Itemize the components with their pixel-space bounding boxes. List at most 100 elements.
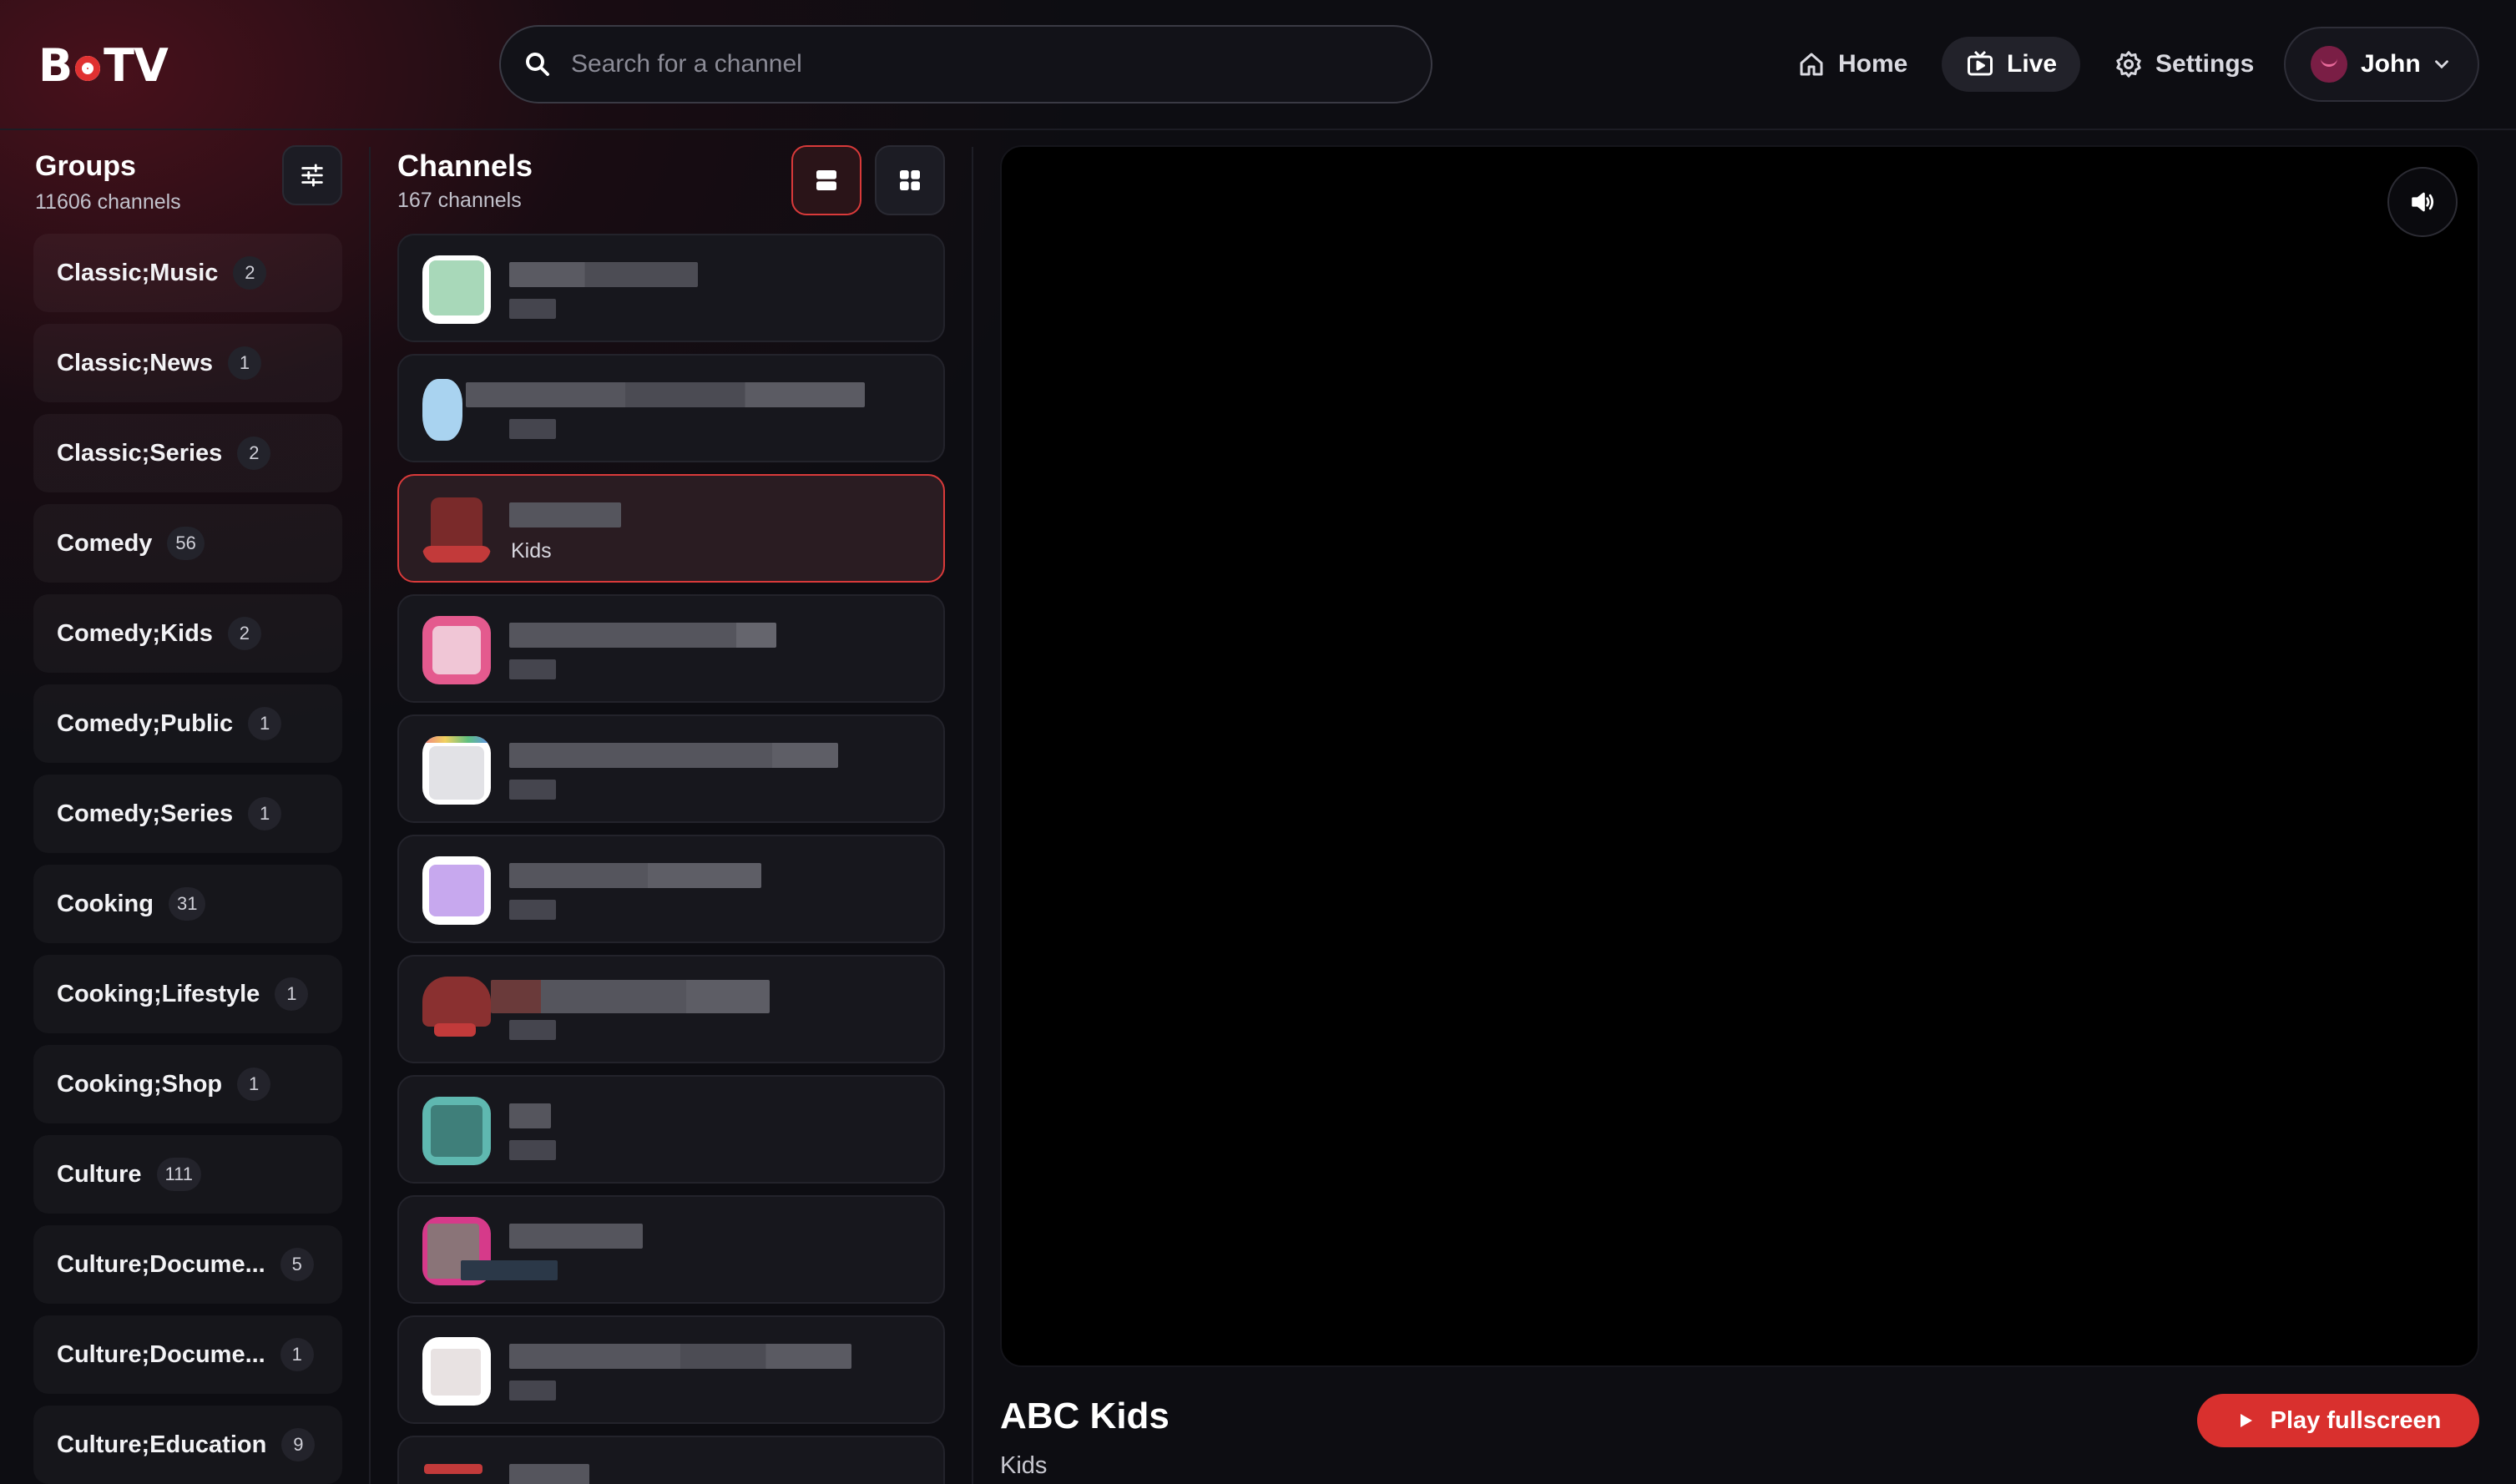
groups-title: Groups	[35, 150, 136, 182]
channels-divider	[972, 147, 973, 1484]
channel-logo	[422, 616, 491, 684]
channel-group-redacted	[461, 1260, 558, 1280]
group-label: Comedy;Series	[57, 800, 234, 827]
channel-name-redacted	[466, 382, 865, 407]
channel-name-redacted	[509, 743, 838, 768]
channel-item[interactable]	[397, 1075, 945, 1184]
volume-button[interactable]	[2387, 167, 2458, 237]
nav-home[interactable]: Home	[1796, 37, 1907, 92]
group-count-badge: 5	[280, 1248, 314, 1281]
group-item[interactable]: Comedy 56	[33, 504, 342, 583]
channel-group-redacted	[509, 1020, 556, 1040]
channel-item[interactable]	[397, 354, 945, 462]
group-count-badge: 2	[227, 617, 261, 650]
group-label: Culture;Education	[57, 1431, 267, 1458]
group-item[interactable]: Comedy;Kids 2	[33, 594, 342, 673]
group-label: Culture;Docume...	[57, 1250, 265, 1278]
channel-logo	[422, 1457, 491, 1484]
group-item[interactable]: Comedy;Public 1	[33, 684, 342, 763]
channel-item[interactable]	[397, 835, 945, 943]
channel-item[interactable]	[397, 1436, 945, 1484]
channel-item-active[interactable]: Kids	[397, 474, 945, 583]
filter-button[interactable]	[282, 145, 342, 205]
group-item[interactable]: Comedy;Series 1	[33, 775, 342, 853]
search-bar[interactable]	[499, 25, 1432, 103]
channel-logo	[422, 496, 491, 564]
channel-name-redacted	[509, 1224, 643, 1249]
nav-live[interactable]: Live	[1942, 37, 2081, 92]
channel-logo	[422, 977, 491, 1045]
group-item[interactable]: Cooking 31	[33, 865, 342, 943]
home-icon	[1800, 53, 1823, 76]
user-menu[interactable]: John	[2284, 27, 2479, 102]
channel-logo	[422, 856, 491, 925]
channel-item[interactable]	[397, 955, 945, 1063]
group-label: Classic;Series	[57, 439, 223, 467]
group-list: Classic;Music 2 Classic;News 1 Classic;Ser…	[33, 234, 342, 1484]
search-icon	[526, 53, 549, 76]
volume-icon	[2412, 192, 2434, 212]
channel-item[interactable]	[397, 234, 945, 342]
channel-item[interactable]	[397, 594, 945, 703]
group-label: Comedy	[57, 529, 153, 557]
groups-count: 11606 channels	[35, 190, 181, 214]
group-count-badge: 31	[169, 887, 206, 921]
group-count-badge: 9	[281, 1428, 316, 1461]
channel-logo	[422, 255, 491, 324]
groups-divider	[369, 147, 371, 1484]
gear-icon	[2116, 51, 2141, 78]
group-label: Culture	[57, 1160, 142, 1188]
channel-group-redacted	[509, 419, 556, 439]
video-player[interactable]	[1000, 145, 2479, 1367]
grid-view-button[interactable]	[875, 145, 945, 215]
group-item[interactable]: Cooking;Shop 1	[33, 1045, 342, 1123]
play-fullscreen-label: Play fullscreen	[2270, 1406, 2442, 1434]
group-count-badge: 1	[248, 707, 282, 740]
group-item[interactable]: Culture 111	[33, 1135, 342, 1214]
nav-settings-label: Settings	[2155, 50, 2255, 78]
group-item[interactable]: Classic;Music 2	[33, 234, 342, 312]
channel-group-redacted	[509, 659, 556, 679]
group-count-badge: 1	[275, 977, 309, 1011]
grid-view-icon	[900, 170, 920, 190]
nav-live-label: Live	[2007, 50, 2058, 78]
channel-item[interactable]	[397, 1315, 945, 1424]
channel-logo	[422, 1097, 491, 1165]
group-item[interactable]: Culture;Docume... 1	[33, 1315, 342, 1394]
group-count-badge: 2	[237, 437, 271, 470]
group-item[interactable]: Culture;Docume... 5	[33, 1225, 342, 1304]
user-name: John	[2361, 50, 2421, 78]
channel-name-redacted	[509, 623, 776, 648]
channel-name-redacted	[509, 262, 698, 287]
channel-group-redacted	[509, 900, 556, 920]
channel-name-redacted	[509, 502, 621, 527]
group-count-badge: 1	[228, 346, 261, 380]
channel-name-redacted	[509, 863, 761, 888]
group-count-badge: 56	[167, 527, 205, 560]
channel-list: Kids	[397, 234, 945, 1484]
avatar	[2311, 46, 2347, 83]
list-view-button[interactable]	[791, 145, 861, 215]
group-count-badge: 111	[156, 1158, 201, 1191]
channels-count: 167 channels	[397, 189, 522, 212]
group-count-badge: 1	[237, 1068, 271, 1101]
play-fullscreen-button[interactable]: Play fullscreen	[2197, 1394, 2479, 1447]
channel-item[interactable]	[397, 714, 945, 823]
app-logo[interactable]: B TV	[38, 39, 169, 92]
nav-settings[interactable]: Settings	[2114, 37, 2254, 92]
channels-title: Channels	[397, 149, 533, 183]
group-count-badge: 1	[280, 1338, 314, 1371]
group-label: Comedy;Kids	[57, 619, 213, 647]
channel-item[interactable]	[397, 1195, 945, 1304]
group-label: Cooking;Lifestyle	[57, 980, 260, 1007]
channel-logo	[422, 736, 491, 805]
channel-logo	[422, 1337, 491, 1406]
group-item[interactable]: Cooking;Lifestyle 1	[33, 955, 342, 1033]
group-label: Culture;Docume...	[57, 1340, 265, 1368]
group-label: Classic;Music	[57, 259, 219, 286]
group-item[interactable]: Culture;Education 9	[33, 1406, 342, 1484]
group-item[interactable]: Classic;News 1	[33, 324, 342, 402]
group-item[interactable]: Classic;Series 2	[33, 414, 342, 492]
channel-group-redacted	[509, 780, 556, 800]
search-input[interactable]	[571, 50, 1322, 78]
